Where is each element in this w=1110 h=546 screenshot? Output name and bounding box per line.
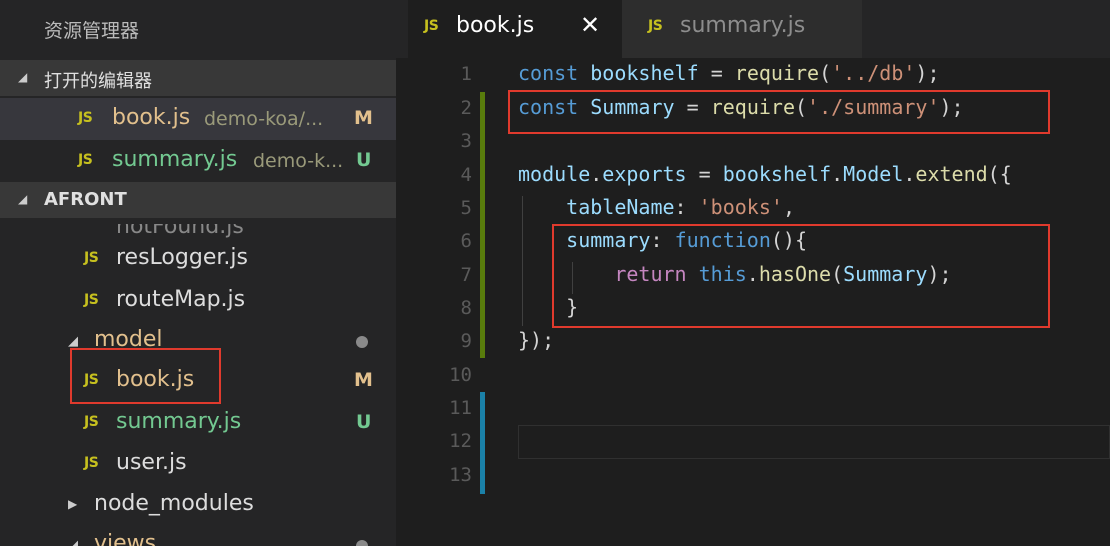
js-file-icon: JS [648, 18, 663, 34]
code-line: module.exports = bookshelf.Model.extend(… [518, 162, 1012, 186]
modified-badge: M [354, 107, 373, 129]
line-number: 6 [460, 230, 472, 252]
tree-item-label: resLogger.js [116, 245, 248, 270]
line-number: 10 [449, 364, 472, 386]
js-file-icon: JS [78, 110, 93, 126]
highlight-box-book [70, 348, 221, 404]
collapse-triangle-icon: ◢ [18, 192, 28, 206]
tab-summary[interactable]: JS summary.js [622, 0, 862, 58]
explorer-title-bar: 资源管理器 [0, 0, 396, 58]
highlight-box-require [508, 90, 1050, 134]
line-number: 1 [460, 63, 472, 85]
folder-label: node_modules [94, 491, 254, 516]
tree-folder-node-modules[interactable]: ▶ node_modules [0, 484, 396, 526]
code-line: }); [518, 328, 555, 352]
line-number: 3 [460, 130, 472, 152]
expanded-triangle-icon: ◢ [68, 538, 78, 546]
open-editor-filename: summary.js [112, 147, 238, 172]
line-number: 8 [460, 297, 472, 319]
folder-label: views [94, 531, 157, 546]
js-file-icon: JS [84, 250, 99, 266]
code-line: tableName: 'books', [566, 195, 795, 219]
collapse-triangle-icon: ◢ [18, 70, 28, 84]
tree-item-user[interactable]: JS user.js [0, 443, 396, 485]
modified-dot-icon [356, 540, 368, 546]
project-label: AFRONT [44, 189, 127, 210]
collapsed-triangle-icon: ▶ [68, 497, 78, 511]
current-line-highlight [518, 425, 1110, 459]
js-file-icon: JS [84, 414, 99, 430]
untracked-badge: U [356, 411, 372, 433]
project-header[interactable]: ◢ AFRONT [0, 182, 396, 218]
tree-item-label: routeMap.js [116, 287, 246, 312]
line-number: 11 [449, 397, 472, 419]
line-number: 5 [460, 197, 472, 219]
tree-item-routemap[interactable]: JS routeMap.js [0, 280, 396, 322]
tab-label: summary.js [680, 13, 806, 38]
code-editor: JS book.js ✕ JS summary.js 1 2 3 4 5 6 7… [396, 0, 1110, 546]
open-editors-header[interactable]: ◢ 打开的编辑器 [0, 60, 396, 96]
js-file-icon: JS [84, 292, 99, 308]
tree-item-label: user.js [116, 450, 187, 475]
expanded-triangle-icon: ◢ [68, 334, 78, 349]
open-editor-path: demo-k... [253, 150, 344, 172]
open-editors-label: 打开的编辑器 [44, 71, 152, 92]
line-number: 2 [460, 97, 472, 119]
highlight-box-summary-method [552, 224, 1050, 328]
close-icon[interactable]: ✕ [580, 11, 600, 39]
explorer-title: 资源管理器 [44, 20, 140, 42]
explorer-sidebar: 资源管理器 ◢ 打开的编辑器 JS book.js demo-koa/... M… [0, 0, 396, 546]
tab-label: book.js [456, 13, 535, 38]
line-number: 13 [449, 464, 472, 486]
js-file-icon: JS [84, 455, 99, 471]
untracked-badge: U [356, 149, 372, 171]
tab-bar: JS book.js ✕ JS summary.js [396, 0, 1110, 58]
tab-book[interactable]: JS book.js ✕ [408, 0, 622, 58]
open-editor-summary[interactable]: JS summary.js demo-k... U [0, 140, 396, 182]
js-file-icon: JS [424, 18, 439, 34]
line-number: 9 [460, 330, 472, 352]
git-added-gutter-marker [480, 92, 485, 358]
open-editor-path: demo-koa/... [204, 108, 324, 130]
git-added-gutter-marker-blue [480, 392, 485, 494]
line-number: 4 [460, 164, 472, 186]
modified-badge: M [354, 369, 373, 391]
tree-folder-views[interactable]: ◢ views [0, 524, 396, 546]
tree-item-label: summary.js [116, 409, 242, 434]
tree-item-reslogger[interactable]: JS resLogger.js [0, 238, 396, 280]
code-line: const bookshelf = require('../db'); [518, 61, 940, 85]
line-number: 12 [449, 430, 472, 452]
line-number: 7 [460, 264, 472, 286]
open-editor-book[interactable]: JS book.js demo-koa/... M [0, 98, 396, 140]
tree-item-summary[interactable]: JS summary.js U [0, 402, 396, 444]
open-editor-filename: book.js [112, 105, 191, 130]
modified-dot-icon [356, 336, 368, 348]
js-file-icon: JS [78, 152, 93, 168]
